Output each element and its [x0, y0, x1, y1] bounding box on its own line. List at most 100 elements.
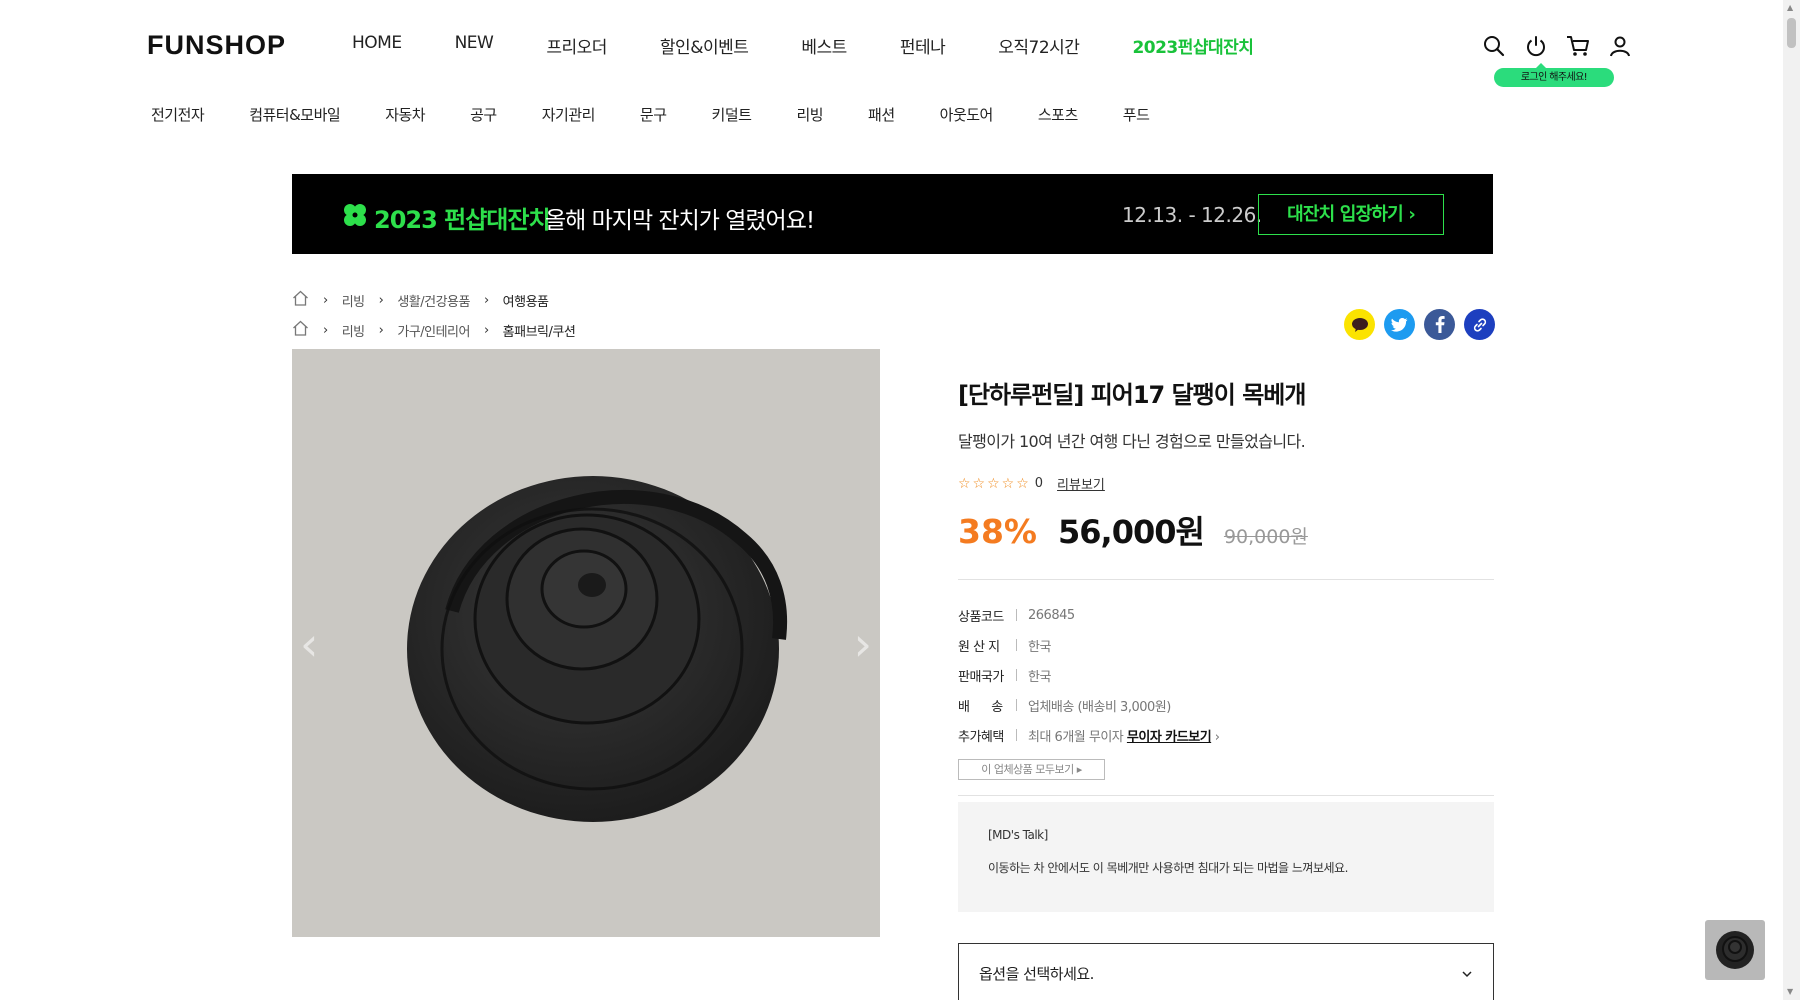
facebook-icon[interactable] [1424, 309, 1455, 340]
md-talk-box: [MD's Talk] 이동하는 차 안에서도 이 목베개만 사용하면 침대가 … [958, 802, 1494, 912]
nav-festival[interactable]: 2023펀샵대잔치 [1132, 33, 1254, 58]
twitter-icon[interactable] [1384, 309, 1415, 340]
option-select[interactable]: 옵션을 선택하세요. [958, 943, 1494, 1000]
banner-enter-button[interactable]: 대잔치 입장하기 › [1258, 194, 1444, 235]
spec-value: 최대 6개월 무이자 [1028, 729, 1124, 745]
breadcrumb-separator: › [323, 322, 328, 338]
share-bar [1344, 309, 1495, 340]
review-link[interactable]: 리뷰보기 [1057, 474, 1105, 493]
breadcrumb-item[interactable]: 여행용품 [503, 291, 549, 310]
category-nav: 전기전자 컴퓨터&모바일 자동차 공구 자기관리 문구 키덜트 리빙 패션 아웃… [151, 104, 1194, 125]
breadcrumb: › 리빙 › 생활/건강용품 › 여행용품 [292, 290, 549, 310]
scrollbar-thumb[interactable] [1787, 18, 1796, 48]
chevron-down-icon [1461, 964, 1473, 982]
breadcrumb-item[interactable]: 가구/인테리어 [397, 321, 470, 340]
product-info: [단하루펀딜] 피어17 달팽이 목베개 달팽이가 10여 년간 여행 다닌 경… [958, 375, 1494, 1000]
spec-value: 업체배송 (배송비 3,000원) [1028, 699, 1171, 715]
breadcrumb-separator: › [378, 322, 384, 338]
breadcrumb-item[interactable]: 리빙 [342, 321, 365, 340]
price-row: 38% 56,000원 90,000원 [958, 507, 1494, 553]
login-tooltip: 로그인 해주세요! [1494, 63, 1614, 87]
cat-selfcare[interactable]: 자기관리 [542, 104, 596, 125]
spec-row: 배 송 업체배송 (배송비 3,000원) [958, 690, 1494, 720]
nav-preorder[interactable]: 프리오더 [546, 33, 607, 58]
product-image[interactable]: ‹ › [292, 349, 880, 937]
spec-value: 한국 [1028, 639, 1051, 655]
cat-sports[interactable]: 스포츠 [1038, 104, 1078, 125]
spec-key: 상품코드 [958, 609, 1004, 625]
cat-car[interactable]: 자동차 [385, 104, 425, 125]
breadcrumb-separator: › [483, 292, 489, 308]
nav-home[interactable]: HOME [352, 33, 402, 58]
cat-tools[interactable]: 공구 [470, 104, 497, 125]
spec-table: 상품코드 266845 원 산 지 한국 판매국가 한국 배 송 업체배송 (배송비 3… [958, 600, 1494, 750]
snail-thumb-icon [1716, 931, 1754, 969]
top-icon-bar [1482, 34, 1632, 58]
breadcrumb-item[interactable]: 홈패브릭/쿠션 [503, 321, 576, 340]
vendor-products-button[interactable]: 이 업체상품 모두보기 ▸ [958, 759, 1105, 780]
cat-stationery[interactable]: 문구 [640, 104, 667, 125]
home-icon[interactable] [292, 320, 309, 340]
nav-sale-event[interactable]: 할인&이벤트 [660, 33, 749, 58]
cat-outdoor[interactable]: 아웃도어 [940, 104, 994, 125]
festival-banner[interactable]: 2023 펀샵대잔치 올해 마지막 잔치가 열렸어요! 12.13. - 12.… [292, 174, 1493, 254]
cart-icon[interactable] [1566, 34, 1590, 58]
spec-row: 추가혜택 최대 6개월 무이자 무이자 카드보기 › [958, 720, 1494, 750]
spec-row: 상품코드 266845 [958, 600, 1494, 630]
clover-icon [342, 202, 368, 232]
rating-stars: ☆☆☆☆☆ [958, 475, 1031, 492]
cat-computer-mobile[interactable]: 컴퓨터&모바일 [249, 104, 341, 125]
cat-kidult[interactable]: 키덜트 [712, 104, 752, 125]
banner-title: 2023 펀샵대잔치 [374, 206, 551, 234]
original-price: 90,000원 [1223, 526, 1308, 548]
floating-product-button[interactable] [1705, 920, 1765, 980]
divider [958, 795, 1494, 796]
breadcrumb-item[interactable]: 리빙 [342, 291, 365, 310]
scrollbar[interactable]: ▲ ▼ [1783, 0, 1800, 1000]
home-icon[interactable] [292, 290, 309, 310]
breadcrumb-separator: › [378, 292, 384, 308]
spec-value: 한국 [1028, 669, 1051, 685]
nav-new[interactable]: NEW [455, 33, 494, 58]
breadcrumb-item[interactable]: 생활/건강용품 [397, 291, 470, 310]
discount-rate: 38% [958, 512, 1037, 551]
spec-key: 배 송 [958, 699, 1003, 715]
spec-key: 판매국가 [958, 669, 1004, 685]
review-count: 0 [1034, 476, 1044, 491]
cat-living[interactable]: 리빙 [796, 104, 823, 125]
nav-best[interactable]: 베스트 [801, 33, 847, 58]
spec-key: 원 산 지 [958, 639, 1000, 655]
main-nav: HOME NEW 프리오더 할인&이벤트 베스트 펀테나 오직72시간 2023… [352, 33, 1306, 58]
scroll-up-arrow[interactable]: ▲ [1787, 3, 1793, 12]
product-title: [단하루펀딜] 피어17 달팽이 목베개 [958, 381, 1306, 409]
power-icon[interactable] [1524, 34, 1548, 58]
breadcrumb-separator: › [483, 322, 489, 338]
md-talk-title: [MD's Talk] [988, 828, 1048, 842]
link-icon[interactable] [1464, 309, 1495, 340]
cat-fashion[interactable]: 패션 [868, 104, 895, 125]
banner-subtitle: 올해 마지막 잔치가 열렸어요! [545, 208, 815, 234]
kakao-icon[interactable] [1344, 309, 1375, 340]
spec-row: 원 산 지 한국 [958, 630, 1494, 660]
spec-key: 추가혜택 [958, 729, 1004, 745]
nav-only72[interactable]: 오직72시간 [998, 33, 1080, 58]
divider [958, 579, 1494, 580]
rating-row: ☆☆☆☆☆ 0 리뷰보기 [958, 474, 1494, 494]
user-icon[interactable] [1608, 34, 1632, 58]
cat-food[interactable]: 푸드 [1123, 104, 1150, 125]
prev-image-arrow[interactable]: ‹ [300, 617, 318, 671]
cat-electronics[interactable]: 전기전자 [151, 104, 205, 125]
product-subtitle: 달팽이가 10여 년간 여행 다닌 경험으로 만들었습니다. [958, 432, 1306, 451]
nav-funtena[interactable]: 펀테나 [900, 33, 946, 58]
snail-pillow-image [407, 476, 788, 822]
spec-value: 266845 [1028, 607, 1075, 623]
funshop-logo[interactable]: FUNSHOP [147, 30, 286, 61]
sale-price: 56,000원 [1058, 513, 1205, 551]
breadcrumb: › 리빙 › 가구/인테리어 › 홈패브릭/쿠션 [292, 320, 576, 340]
spec-row: 판매국가 한국 [958, 660, 1494, 690]
next-image-arrow[interactable]: › [854, 617, 872, 671]
banner-date: 12.13. - 12.26. [1122, 203, 1262, 227]
search-icon[interactable] [1482, 34, 1506, 58]
scroll-down-arrow[interactable]: ▼ [1787, 987, 1793, 996]
installment-card-link[interactable]: 무이자 카드보기 [1127, 730, 1212, 745]
